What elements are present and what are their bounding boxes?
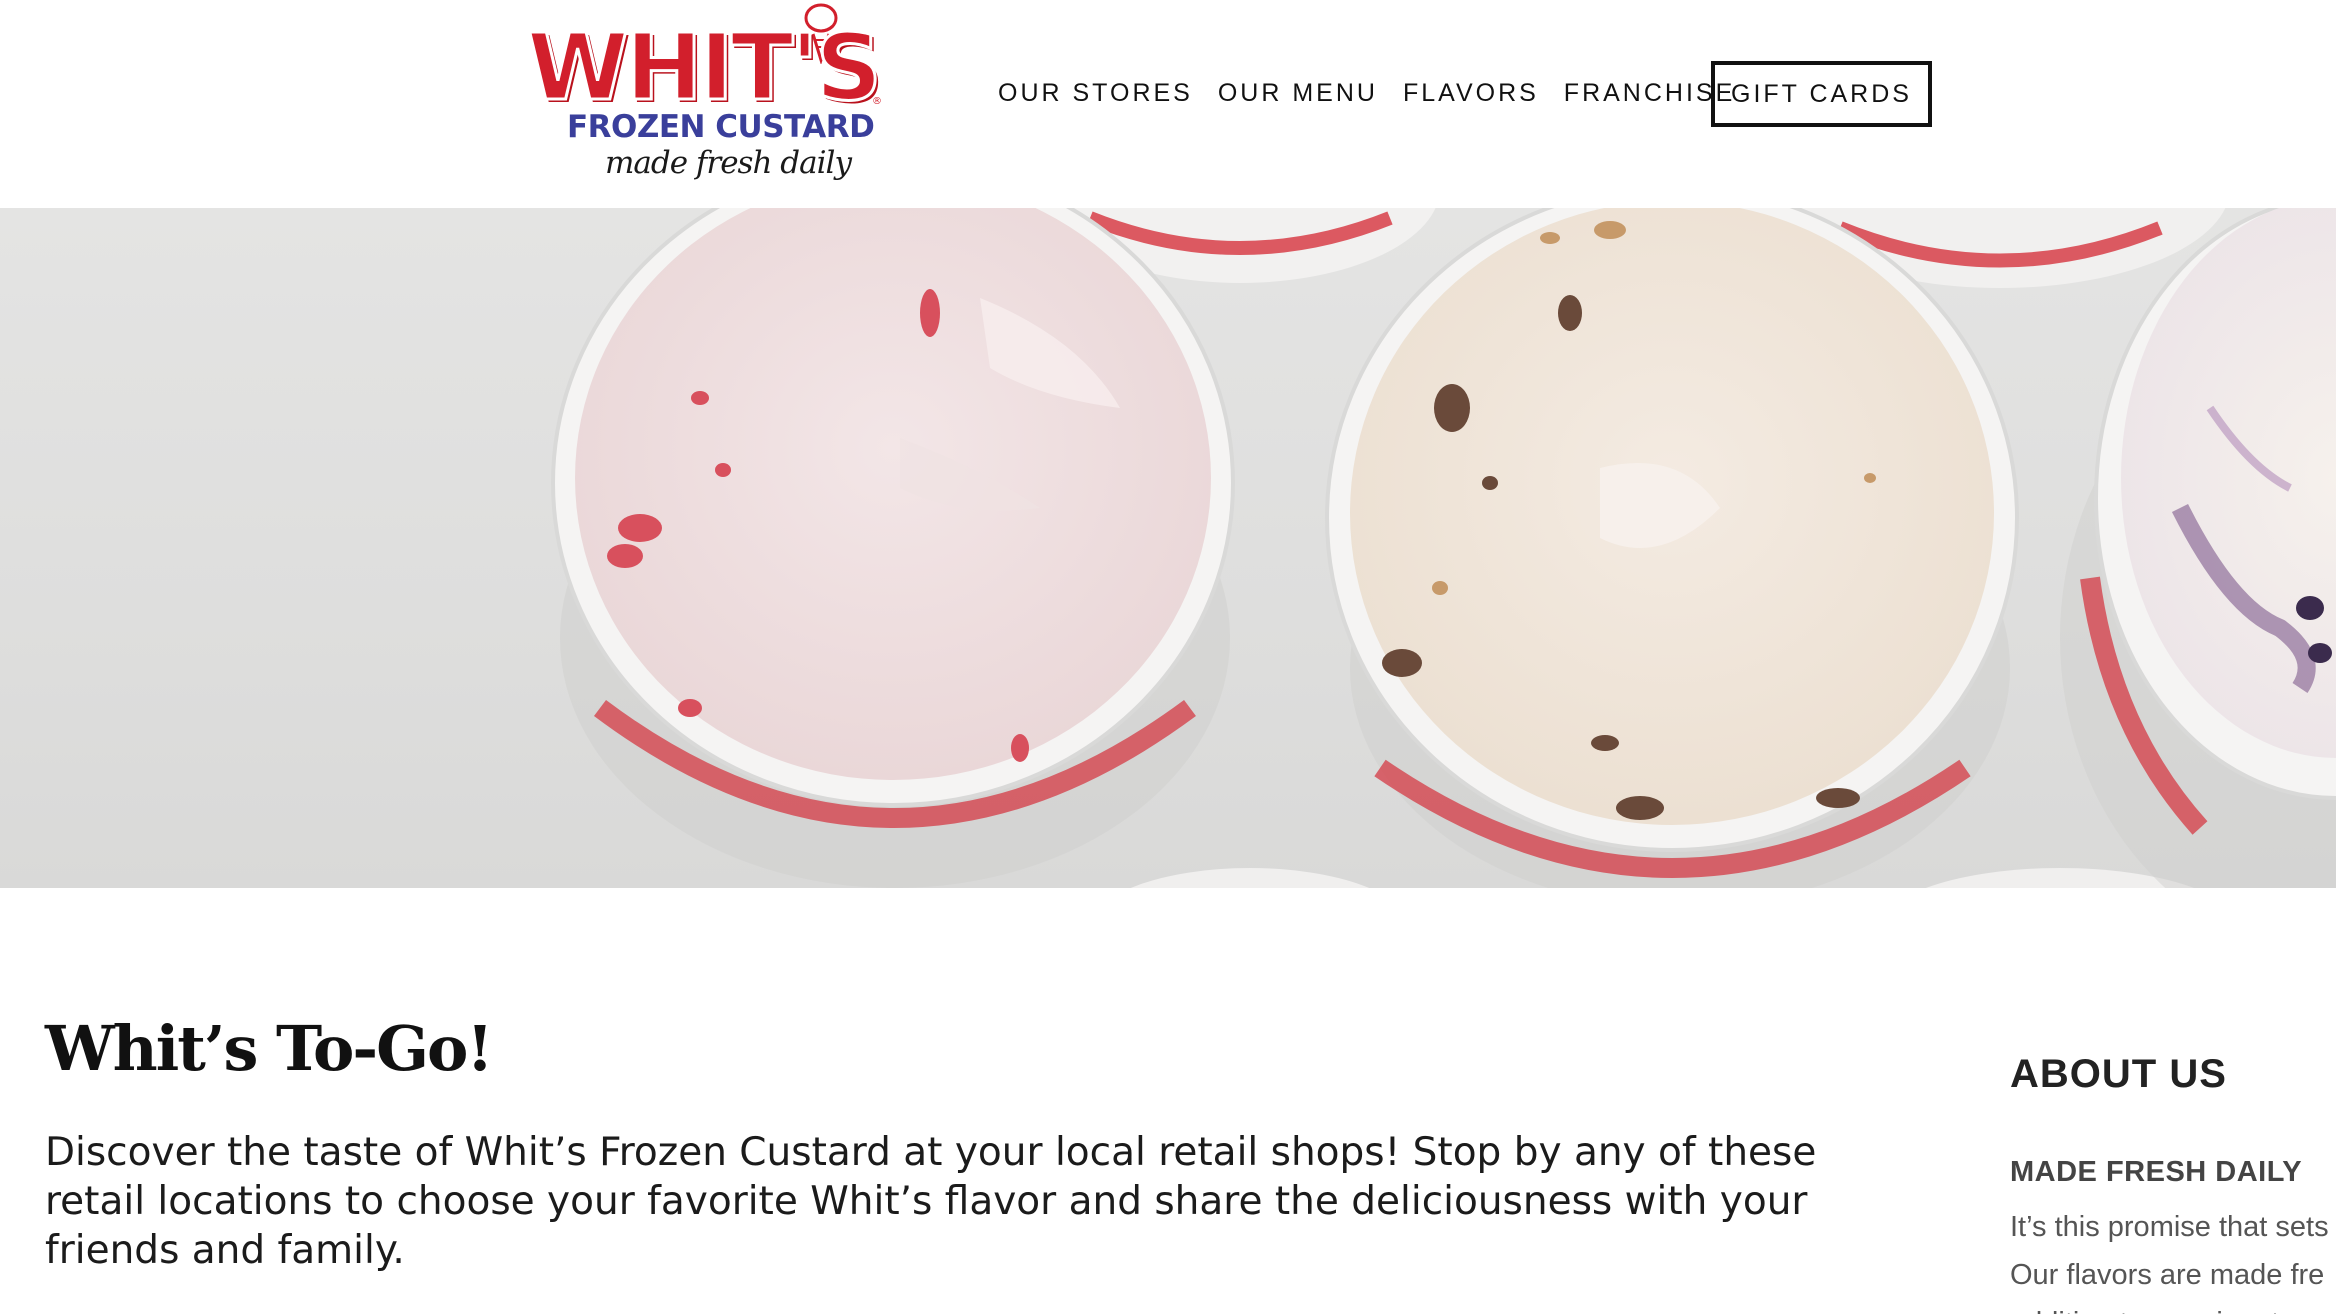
nav-our-menu[interactable]: OUR MENU <box>1218 79 1378 108</box>
logo-registered-mark: ® <box>872 96 882 107</box>
about-line: Our flavors are made fre <box>2010 1259 2325 1291</box>
made-fresh-daily-heading: MADE FRESH DAILY <box>2010 1156 2303 1188</box>
intro-paragraph: Discover the taste of Whit’s Frozen Cust… <box>45 1130 1817 1273</box>
gift-cards-button[interactable]: GIFT CARDS <box>1711 61 1932 127</box>
logo-subtitle: FROZEN CUSTARD <box>567 109 875 145</box>
about-us-text: It’s this promise that sets Our flavors … <box>2010 1203 2336 1314</box>
about-line: addition to our signature <box>2010 1299 2336 1314</box>
nav-flavors[interactable]: FLAVORS <box>1403 79 1539 108</box>
nav-franchise[interactable]: FRANCHISE <box>1564 79 1735 108</box>
whits-logo[interactable]: WHIT'S ® FROZEN CUSTARD made fresh daily <box>525 0 885 190</box>
page-title: Whit’s To-Go! <box>45 1012 494 1085</box>
about-us-heading: ABOUT US <box>2010 1052 2227 1096</box>
logo-tagline: made fresh daily <box>605 145 852 181</box>
logo-wordmark: WHIT'S <box>526 14 884 121</box>
site-header: WHIT'S ® FROZEN CUSTARD made fresh daily… <box>0 0 2336 208</box>
custard-pints-illustration <box>551 208 2336 888</box>
hero-image <box>0 208 2336 888</box>
nav-our-stores[interactable]: OUR STORES <box>998 79 1193 108</box>
about-line: It’s this promise that sets <box>2010 1211 2329 1243</box>
main-navigation: OUR STORES OUR MENU FLAVORS FRANCHISE <box>998 60 1760 126</box>
